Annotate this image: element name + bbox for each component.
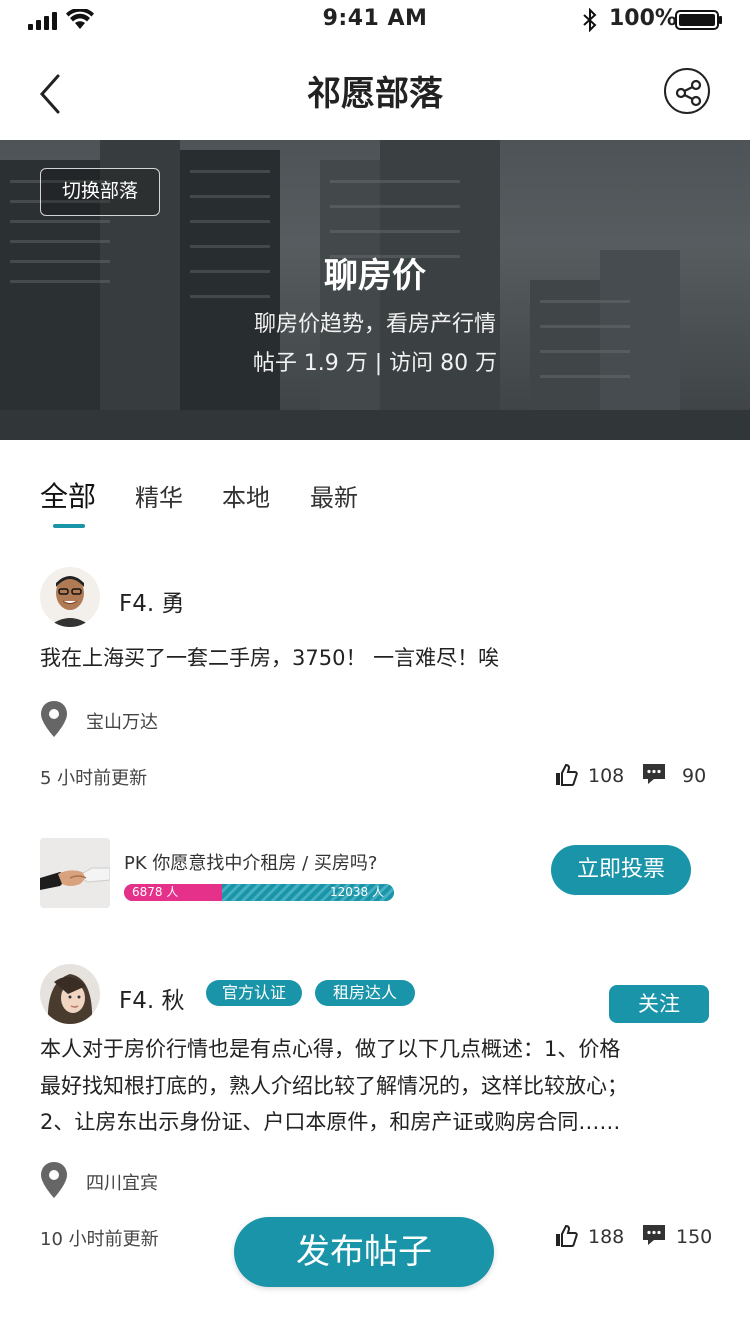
pk-yes-count: 6878 人: [132, 885, 179, 899]
post-text-line[interactable]: 2、让房东出示身份证、户口本原件，和房产证或购房合同……: [40, 1104, 620, 1141]
avatar[interactable]: [40, 567, 100, 627]
location-text: 四川宜宾: [86, 1173, 158, 1194]
username[interactable]: F4. 秋: [119, 981, 185, 1015]
handshake-image: [40, 838, 110, 908]
battery-percent: 100%: [609, 6, 677, 31]
like-count: 188: [588, 1226, 625, 1248]
verified-badge: 官方认证: [206, 980, 302, 1006]
nav-bar: 祁愿部落: [0, 40, 750, 140]
comment-count: 90: [682, 765, 707, 787]
pk-question: PK 你愿意找中介租房 / 买房吗?: [124, 853, 378, 874]
comment-icon[interactable]: [642, 1223, 666, 1247]
tab-local[interactable]: 本地: [222, 478, 270, 513]
publish-post-button[interactable]: 发布帖子: [234, 1217, 494, 1287]
post-text-line[interactable]: 最好找知根打底的，熟人介绍比较了解情况的，这样比较放心；: [40, 1068, 628, 1105]
like-count: 108: [588, 765, 625, 787]
page-title: 祁愿部落: [307, 74, 443, 114]
post-text[interactable]: 我在上海买了一套二手房，3750！ 一言难尽！唉: [40, 640, 499, 677]
update-time: 10 小时前更新: [40, 1229, 159, 1250]
location-pin-icon: [41, 1162, 67, 1198]
tab-featured[interactable]: 精华: [135, 478, 183, 513]
active-tab-indicator: [53, 524, 85, 528]
thumbs-up-icon[interactable]: [554, 1224, 578, 1248]
tribe-title: 聊房价: [324, 256, 426, 296]
vote-button[interactable]: 立即投票: [551, 845, 691, 895]
tribe-stats: 帖子 1.9 万 | 访问 80 万: [252, 351, 498, 376]
user-avatar-image: [40, 964, 100, 1024]
bluetooth-icon: [583, 8, 597, 32]
avatar[interactable]: [40, 964, 100, 1024]
status-bar: 9:41 AM 100%: [0, 0, 750, 40]
pk-result-bar: 6878 人 12038 人: [124, 884, 394, 901]
location-text: 宝山万达: [86, 712, 158, 733]
share-button[interactable]: [664, 68, 710, 114]
username[interactable]: F4. 勇: [119, 584, 185, 618]
tab-all[interactable]: 全部: [40, 475, 96, 515]
battery-icon: [675, 10, 722, 30]
thumbs-up-icon[interactable]: [554, 763, 578, 787]
comment-count: 150: [676, 1226, 713, 1248]
comment-icon[interactable]: [642, 762, 666, 786]
tab-latest[interactable]: 最新: [310, 478, 358, 513]
update-time: 5 小时前更新: [40, 768, 148, 789]
switch-tribe-button[interactable]: 切换部落: [40, 168, 160, 216]
location-pin-icon: [41, 701, 67, 737]
user-avatar-image: [40, 567, 100, 627]
pk-no-count: 12038 人: [330, 885, 384, 899]
post-text-line[interactable]: 本人对于房价行情也是有点心得，做了以下几点概述：1、价格: [40, 1031, 620, 1068]
tribe-subtitle: 聊房价趋势，看房产行情: [253, 312, 496, 337]
share-icon: [675, 79, 702, 107]
follow-button[interactable]: 关注: [609, 985, 709, 1023]
tab-bar: 全部 精华 本地 最新: [0, 440, 750, 540]
tribe-banner: 切换部落 聊房价 聊房价趋势，看房产行情 帖子 1.9 万 | 访问 80 万: [0, 140, 750, 440]
expert-badge: 租房达人: [315, 980, 415, 1006]
